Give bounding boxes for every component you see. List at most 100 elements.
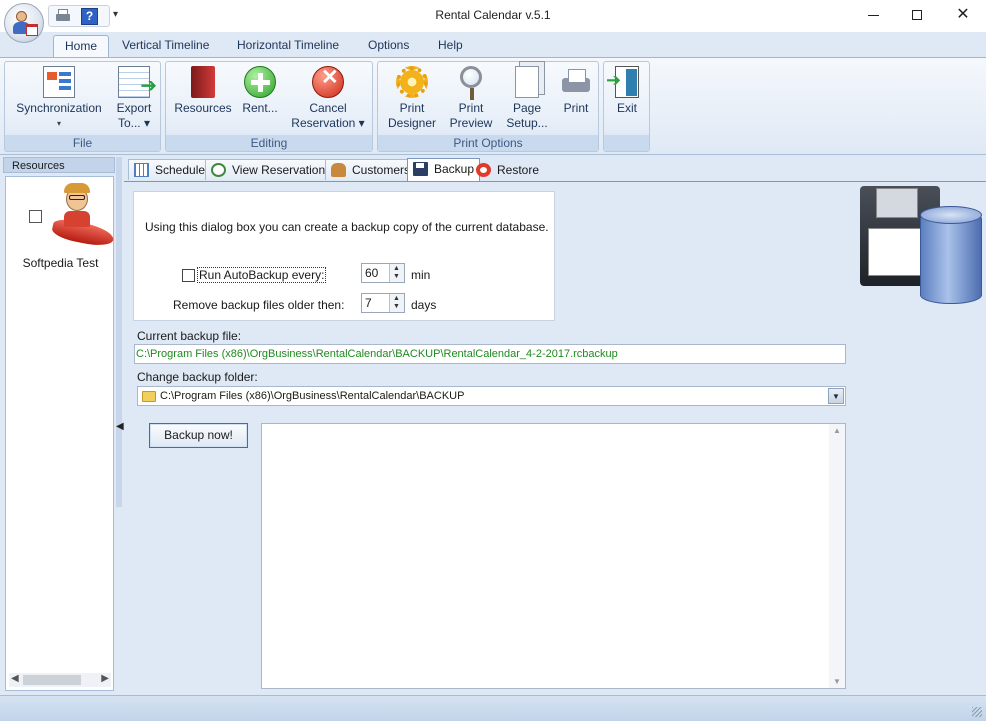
- backup-illustration-icon: [858, 184, 982, 310]
- rent-icon: [244, 66, 276, 98]
- print-designer-button[interactable]: Print Designer: [382, 66, 442, 131]
- backup-settings-box: Using this dialog box you can create a b…: [133, 191, 555, 321]
- page-setup-icon: [515, 66, 539, 98]
- ribbon-group-editing: Resources Rent... Cancel Reservation ▾ E…: [165, 61, 373, 152]
- ribbon: Synchronization ▾ Export To... ▾ File Re…: [0, 57, 986, 155]
- page-setup-label-2: Setup...: [506, 116, 548, 130]
- floppy-icon: [413, 162, 428, 176]
- autobackup-interval-value[interactable]: 60: [365, 266, 378, 280]
- rent-button[interactable]: Rent...: [238, 66, 282, 116]
- chevron-down-icon[interactable]: ▼: [828, 388, 844, 404]
- print-preview-label-1: Print: [458, 101, 484, 115]
- page-setup-button[interactable]: Page Setup...: [500, 66, 554, 131]
- resource-checkbox[interactable]: [29, 210, 42, 223]
- print-designer-label-1: Print: [399, 101, 425, 115]
- synchronization-label: Synchronization: [16, 101, 102, 115]
- resources-button[interactable]: Resources: [170, 66, 236, 116]
- export-to-button[interactable]: Export To... ▾: [109, 66, 159, 131]
- tab-customers[interactable]: Customers: [325, 159, 417, 180]
- remove-old-files-value[interactable]: 7: [365, 296, 372, 310]
- status-bar: [0, 695, 986, 721]
- scroll-left-icon[interactable]: ◀: [11, 673, 19, 684]
- remove-old-files-stepper[interactable]: 7 ▲ ▼: [361, 293, 405, 313]
- increment-icon[interactable]: ▲: [393, 295, 400, 302]
- exit-label: Exit: [616, 101, 637, 115]
- decrement-icon[interactable]: ▼: [393, 273, 400, 280]
- remove-old-files-label: Remove backup files older then:: [173, 298, 345, 312]
- synchronization-icon: [43, 66, 75, 98]
- group-label-exit: [604, 135, 649, 151]
- ribbon-group-exit: Exit: [603, 61, 650, 152]
- log-vertical-scrollbar[interactable]: ▲ ▼: [829, 424, 845, 688]
- scrollbar-thumb[interactable]: [23, 675, 81, 685]
- printer-icon: [560, 66, 592, 98]
- resize-grip-icon[interactable]: [972, 707, 982, 717]
- print-button[interactable]: Print: [556, 66, 596, 116]
- tab-help[interactable]: Help: [430, 35, 471, 58]
- tab-horizontal-timeline[interactable]: Horizontal Timeline: [229, 35, 347, 58]
- backup-log-area[interactable]: ▲ ▼: [261, 423, 846, 689]
- tab-home[interactable]: Home: [53, 35, 109, 58]
- tab-vertical-timeline[interactable]: Vertical Timeline: [114, 35, 217, 58]
- minimize-button[interactable]: [850, 0, 896, 30]
- backup-page: Using this dialog box you can create a b…: [124, 181, 986, 692]
- tab-customers-label: Customers: [352, 163, 411, 177]
- change-backup-folder-label: Change backup folder:: [137, 370, 258, 384]
- autobackup-unit: min: [411, 268, 431, 282]
- application-menu-button[interactable]: [4, 3, 44, 43]
- backup-now-button[interactable]: Backup now!: [149, 423, 248, 448]
- title-bar: ? ▾ Rental Calendar v.5.1 ✕: [0, 0, 986, 32]
- cancel-reservation-button[interactable]: Cancel Reservation ▾: [286, 66, 370, 131]
- maximize-button[interactable]: [894, 0, 940, 30]
- group-label-file: File: [5, 135, 160, 151]
- scroll-up-icon[interactable]: ▲: [833, 426, 841, 435]
- current-backup-file-field[interactable]: C:\Program Files (x86)\OrgBusiness\Renta…: [134, 344, 846, 364]
- autobackup-checkbox[interactable]: [182, 269, 195, 282]
- tab-view-reservations-label: View Reservations: [232, 163, 332, 177]
- print-preview-icon: [460, 66, 482, 100]
- increment-icon[interactable]: ▲: [393, 265, 400, 272]
- synchronization-dropdown-arrow: ▾: [56, 119, 61, 128]
- print-designer-icon: [396, 66, 428, 98]
- close-button[interactable]: ✕: [940, 0, 986, 30]
- resources-icon: [191, 66, 215, 98]
- page-setup-label-1: Page: [512, 101, 542, 115]
- tab-view-reservations[interactable]: View Reservations: [205, 159, 338, 180]
- lifebuoy-icon: [476, 163, 491, 177]
- customers-icon: [331, 163, 346, 177]
- tab-scheduler-label: Scheduler: [155, 163, 210, 177]
- autobackup-interval-stepper[interactable]: 60 ▲ ▼: [361, 263, 405, 283]
- tab-backup-label: Backup: [434, 162, 475, 176]
- backup-folder-select[interactable]: C:\Program Files (x86)\OrgBusiness\Renta…: [137, 386, 846, 406]
- collapse-panel-icon[interactable]: ◀: [116, 421, 124, 432]
- print-preview-button[interactable]: Print Preview: [444, 66, 498, 131]
- autobackup-label[interactable]: Run AutoBackup every:: [197, 267, 327, 283]
- resources-list[interactable]: Softpedia Test ◀ ▶: [5, 176, 116, 691]
- tab-restore[interactable]: Restore: [470, 159, 545, 180]
- panel-splitter[interactable]: ◀: [115, 157, 124, 692]
- ribbon-group-file: Synchronization ▾ Export To... ▾ File: [4, 61, 161, 152]
- group-label-editing: Editing: [166, 135, 372, 151]
- resources-horizontal-scrollbar[interactable]: ◀ ▶: [9, 673, 111, 687]
- resource-avatar[interactable]: [44, 181, 116, 253]
- print-designer-label-2: Designer: [387, 116, 437, 130]
- scroll-down-icon[interactable]: ▼: [833, 677, 841, 686]
- decrement-icon[interactable]: ▼: [393, 303, 400, 310]
- tab-options[interactable]: Options: [360, 35, 417, 58]
- tab-scheduler[interactable]: Scheduler: [128, 159, 216, 180]
- cancel-reservation-icon: [312, 66, 344, 98]
- export-to-label: To... ▾: [117, 116, 151, 130]
- scroll-right-icon[interactable]: ▶: [101, 673, 109, 684]
- synchronization-button[interactable]: Synchronization ▾: [11, 66, 107, 131]
- print-label: Print: [563, 101, 589, 115]
- splitter-grip[interactable]: [116, 157, 122, 507]
- backup-folder-value[interactable]: C:\Program Files (x86)\OrgBusiness\Renta…: [160, 390, 464, 402]
- resource-name[interactable]: Softpedia Test: [6, 256, 115, 270]
- resources-panel-header: Resources: [3, 157, 115, 173]
- content-tab-bar: Scheduler View Reservations Customers Ba…: [124, 157, 986, 181]
- exit-button[interactable]: Exit: [606, 66, 646, 116]
- reservation-label: Reservation ▾: [291, 116, 365, 130]
- remove-old-files-unit: days: [411, 298, 437, 312]
- tab-restore-label: Restore: [497, 163, 540, 177]
- ribbon-group-print-options: Print Designer Print Preview Page Setup.…: [377, 61, 599, 152]
